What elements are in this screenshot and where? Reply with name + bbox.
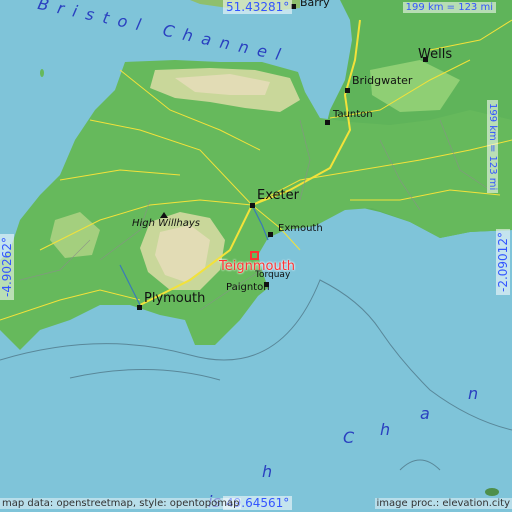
marker-plymouth [137, 305, 142, 310]
highlight-label[interactable]: Teignmouth [219, 259, 295, 274]
label-bridgwater: Bridgwater [352, 74, 413, 87]
coord-right: -2.09012° [496, 229, 510, 295]
lundy-island [40, 69, 44, 77]
label-high-willhays: High Willhays [132, 218, 200, 229]
marker-taunton [325, 120, 330, 125]
label-taunton: Taunton [333, 109, 373, 120]
label-exmouth: Exmouth [278, 223, 323, 234]
coord-left: -4.90262° [0, 234, 14, 300]
credit-image-proc: image proc.: elevation.city [374, 498, 512, 509]
label-exeter: Exeter [257, 188, 299, 203]
label-wells: Wells [418, 47, 453, 62]
map-view[interactable]: Barry Wells Bridgwater Taunton Exeter Ex… [0, 0, 512, 512]
island-se [485, 488, 499, 496]
marker-exmouth [268, 232, 273, 237]
marker-bridgwater [345, 88, 350, 93]
marker-exeter [250, 203, 255, 208]
scale-vertical: 199 km = 123 mi [487, 100, 498, 194]
label-plymouth: Plymouth [144, 291, 206, 306]
label-barry: Barry [300, 0, 330, 9]
credit-map-data: map data: openstreetmap, style: opentopo… [0, 498, 242, 509]
label-paignton: Paignton [226, 282, 270, 293]
coord-top: 51.43281° [223, 0, 293, 14]
map-canvas [0, 0, 512, 512]
scale-horizontal: 199 km = 123 mi [402, 2, 496, 13]
